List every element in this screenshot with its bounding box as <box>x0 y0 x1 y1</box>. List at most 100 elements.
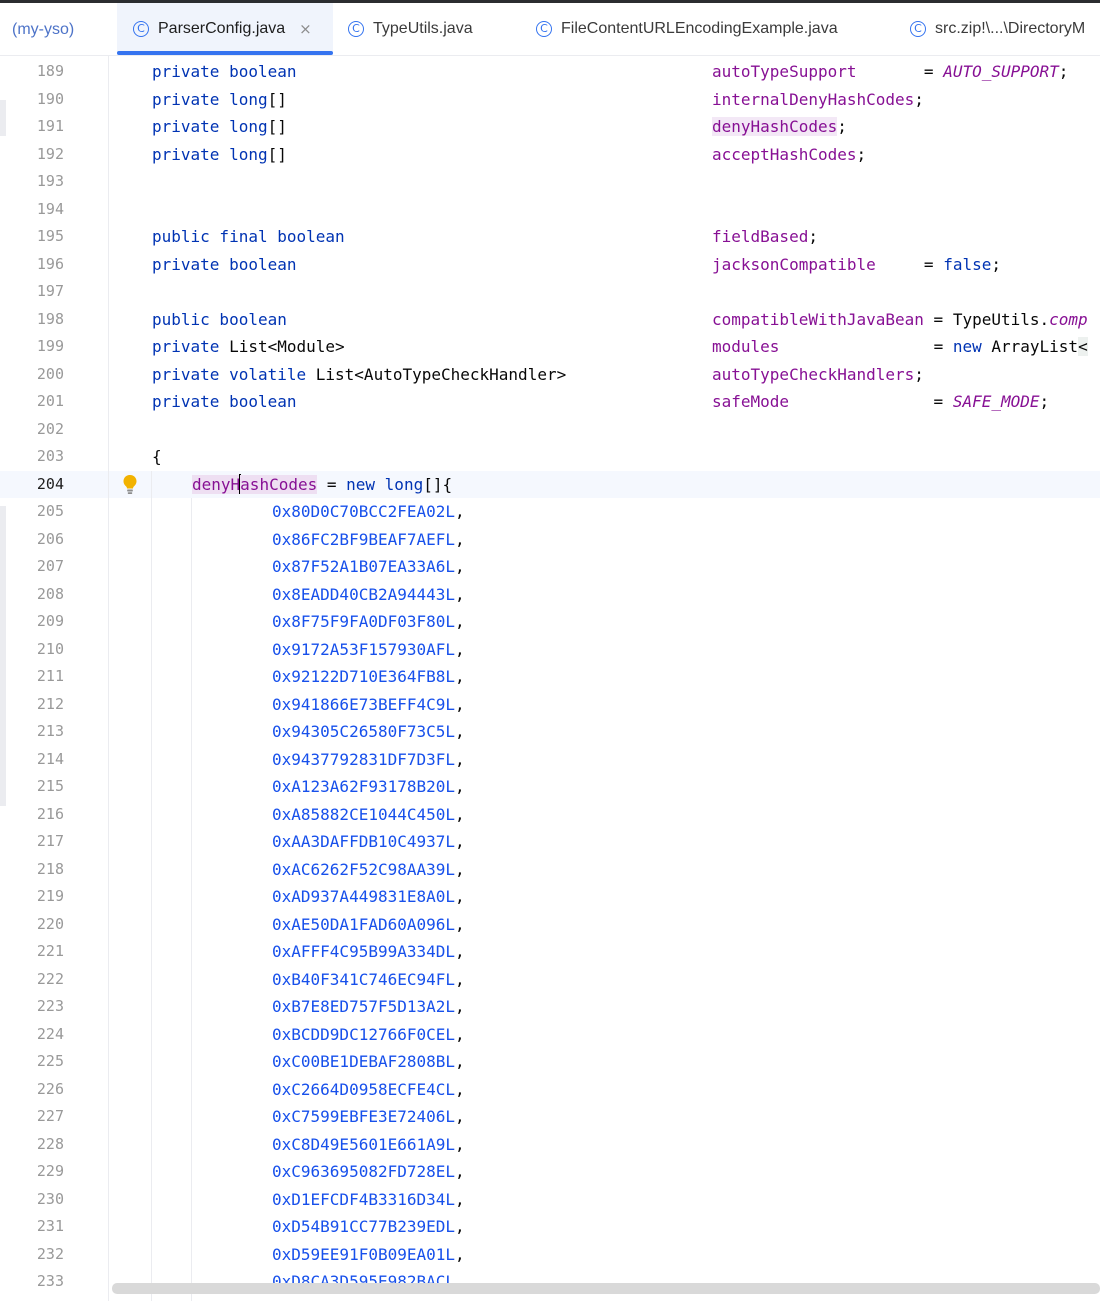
code-token: 0xAC6262F52C98AA39L <box>272 859 456 879</box>
code-token: 0xAA3DAFFDB10C4937L <box>272 832 456 851</box>
line-number: 224 <box>36 1024 64 1043</box>
code-line: 196 private boolean jacksonCompatible = fa… <box>0 251 1100 279</box>
code-token: 0x9437792831DF7D3FL <box>272 749 456 769</box>
code-token: 0xAE50DA1FAD60A096L <box>272 914 456 934</box>
line-number: 225 <box>36 1052 64 1070</box>
line-number: 195 <box>36 227 64 245</box>
project-name-partial: (my-yso) <box>12 21 75 38</box>
tab-parserconfig[interactable]: C ParserConfig.java × <box>117 3 333 55</box>
code-text: 0xAE50DA1FAD60A096L, <box>272 911 465 939</box>
code-token: = <box>856 62 944 81</box>
code-token: ; <box>914 89 924 109</box>
tab-src-zip-directory[interactable]: C src.zip!\...\DirectoryM <box>910 3 1085 55</box>
code-text: 0x941866E73BEFF4C9L, <box>272 691 465 719</box>
class-c-icon: C <box>910 21 926 37</box>
code-token: , <box>455 997 465 1016</box>
code-token: ; <box>856 144 867 164</box>
close-icon[interactable]: × <box>299 20 312 38</box>
code-token: jacksonCompatible <box>712 254 876 274</box>
line-number: 209 <box>36 612 64 630</box>
code-text: private volatile List<AutoTypeCheckHandl… <box>152 361 566 389</box>
line-number: 227 <box>36 1107 64 1125</box>
line-number: 192 <box>36 144 64 163</box>
code-token: 0xAD937A449831E8A0L <box>272 887 456 906</box>
code-line: 199 private List<Module> modules = new Arr… <box>0 333 1100 361</box>
code-token: , <box>455 502 465 521</box>
tab-typeutils[interactable]: C TypeUtils.java <box>348 3 473 55</box>
code-text: 0xAD937A449831E8A0L, <box>272 883 465 911</box>
line-number: 233 <box>36 1272 64 1290</box>
code-text-aligned: internalDenyHashCodes; <box>712 86 924 114</box>
code-token: , <box>455 1244 465 1264</box>
line-number: 205 <box>36 502 64 520</box>
line-number: 221 <box>36 942 64 960</box>
line-number: 200 <box>36 364 64 383</box>
code-token: [] <box>267 117 287 136</box>
code-token: ashCodes <box>240 474 318 494</box>
code-token: , <box>455 1162 465 1181</box>
line-number: 193 <box>36 172 64 190</box>
code-line: 215 0xA123A62F93178B20L, <box>0 773 1100 801</box>
code-line: 211 0x92122D710E364FB8L, <box>0 663 1100 691</box>
code-line: 231 0xD54B91CC77B239EDL, <box>0 1213 1100 1241</box>
code-line: 232 0xD59EE91F0B09EA01L, <box>0 1241 1100 1269</box>
code-token: List<Module> <box>229 337 345 356</box>
code-text: 0xAFFF4C95B99A334DL, <box>272 938 465 966</box>
tab-label: ParserConfig.java <box>158 20 286 37</box>
code-text: 0xC7599EBFE3E72406L, <box>272 1103 465 1131</box>
code-token: ; <box>991 254 1002 274</box>
code-token: = TypeUtils. <box>923 309 1050 329</box>
code-token: List<AutoTypeCheckHandler> <box>315 364 567 384</box>
code-text: 0xB40F341C746EC94FL, <box>272 966 465 994</box>
code-line: 227 0xC7599EBFE3E72406L, <box>0 1103 1100 1131</box>
tab-filecontenturlencodingexample[interactable]: C FileContentURLEncodingExample.java <box>536 3 838 55</box>
horizontal-scrollbar[interactable] <box>112 1283 1100 1294</box>
code-text-aligned: denyHashCodes; <box>712 113 847 141</box>
code-token: , <box>455 859 465 879</box>
code-token: autoTypeSupport <box>712 62 857 81</box>
line-number: 189 <box>36 62 64 80</box>
code-line: 218 0xAC6262F52C98AA39L, <box>0 856 1100 884</box>
code-line: 221 0xAFFF4C95B99A334DL, <box>0 938 1100 966</box>
line-number: 232 <box>36 1244 64 1263</box>
code-text: 0xA123A62F93178B20L, <box>272 773 465 801</box>
class-c-icon: C <box>536 21 552 37</box>
code-text: 0x94305C26580F73C5L, <box>272 718 465 746</box>
code-token: ; <box>837 117 847 136</box>
code-text-aligned: jacksonCompatible = false; <box>712 251 1001 279</box>
code-token: 0x9172A53F157930AFL <box>272 639 456 659</box>
code-token: 0xD59EE91F0B09EA01L <box>272 1244 456 1264</box>
class-c-icon: C <box>348 21 364 37</box>
code-line: 203 { <box>0 443 1100 471</box>
code-line: 217 0xAA3DAFFDB10C4937L, <box>0 828 1100 856</box>
line-number: 197 <box>36 282 64 300</box>
code-token: = <box>789 392 953 411</box>
lightbulb-icon[interactable] <box>122 474 138 496</box>
tab-label: src.zip!\...\DirectoryM <box>935 20 1086 37</box>
code-text: 0xB7E8ED757F5D13A2L, <box>272 993 465 1021</box>
code-text: 0xC8D49E5601E661A9L, <box>272 1131 465 1159</box>
line-number: 217 <box>36 832 64 850</box>
code-line: 205 0x80D0C70BCC2FEA02L, <box>0 498 1100 526</box>
code-token: , <box>455 777 465 796</box>
code-token: , <box>455 529 465 549</box>
line-number: 208 <box>36 584 64 603</box>
code-token: < <box>1078 337 1088 356</box>
code-token: 0xA85882CE1044C450L <box>272 804 456 824</box>
code-token: private volatile <box>152 364 316 384</box>
code-editor[interactable]: 189 private boolean autoTypeSupport = AUTO… <box>0 56 1100 1301</box>
code-text: 0x87F52A1B07EA33A6L, <box>272 553 465 581</box>
code-text: public boolean <box>152 306 287 334</box>
code-line: 209 0x8F75F9FA0DF03F80L, <box>0 608 1100 636</box>
code-token: new long <box>346 474 424 494</box>
tab-label: FileContentURLEncodingExample.java <box>561 20 838 37</box>
code-token: { <box>152 447 162 466</box>
line-number: 222 <box>36 969 64 988</box>
code-token: , <box>455 667 465 686</box>
code-token: private <box>152 337 230 356</box>
code-line: 214 0x9437792831DF7D3FL, <box>0 746 1100 774</box>
code-text: 0xD54B91CC77B239EDL, <box>272 1213 465 1241</box>
code-text: 0xD1EFCDF4B3316D34L, <box>272 1186 465 1214</box>
line-number: 210 <box>36 639 64 658</box>
code-token: ; <box>1058 62 1069 81</box>
